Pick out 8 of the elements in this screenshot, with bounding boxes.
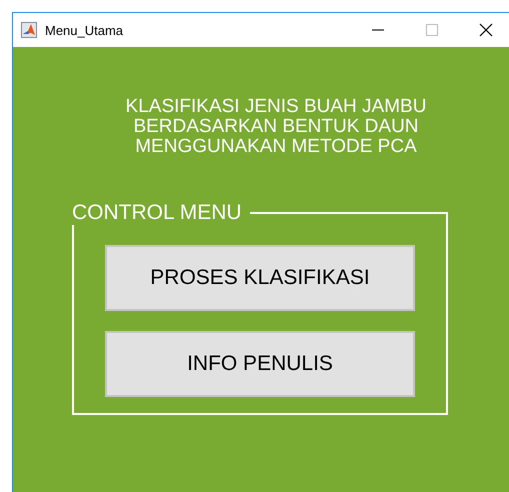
app-logo-icon xyxy=(21,22,37,38)
close-icon xyxy=(479,23,493,37)
panel-title: CONTROL MENU xyxy=(72,201,243,225)
maximize-icon xyxy=(426,24,438,36)
app-heading: KLASIFIKASI JENIS BUAH JAMBU BERDASARKAN BENTUK DAUN MENGGUNAKAN METODE PCA xyxy=(126,97,426,157)
menu-button[interactable]: PROSES KLASIFIKASI xyxy=(105,245,415,311)
menu-button[interactable]: INFO PENULIS xyxy=(105,331,415,397)
window-title: Menu_Utama xyxy=(45,22,124,38)
